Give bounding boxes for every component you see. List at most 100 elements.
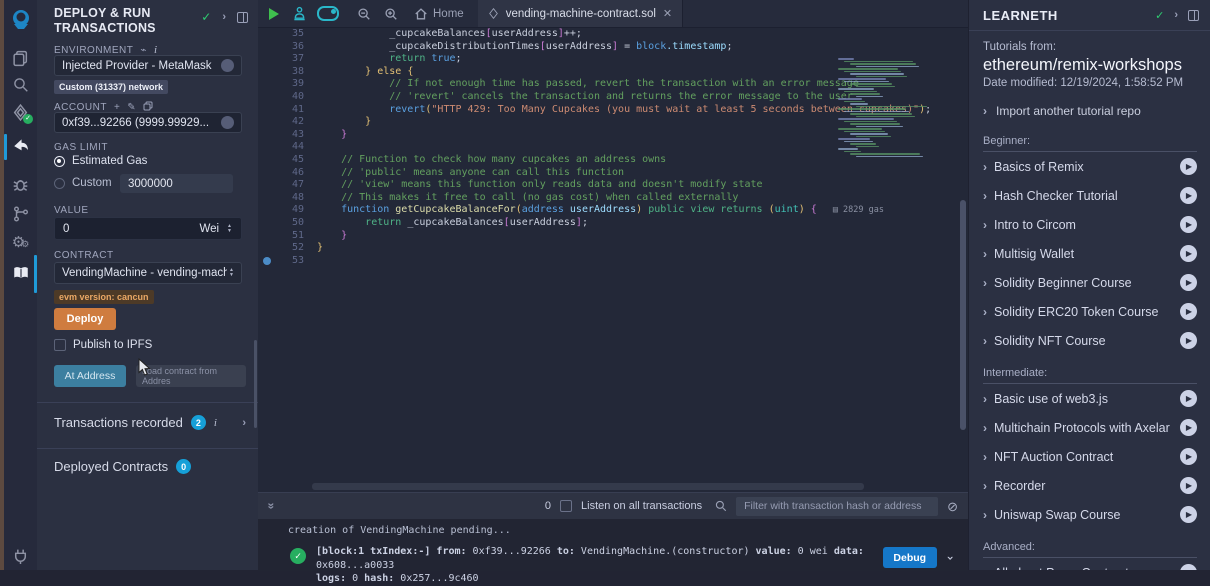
play-icon[interactable]: ▶ xyxy=(1180,303,1197,320)
line-number[interactable]: 39 xyxy=(258,78,304,91)
play-icon[interactable]: ▶ xyxy=(1180,448,1197,465)
listen-checkbox[interactable] xyxy=(560,500,572,512)
code-line[interactable]: 47 // 'view' means this function only re… xyxy=(258,179,968,192)
search-icon[interactable] xyxy=(715,500,727,512)
line-number[interactable]: 52 xyxy=(258,242,304,255)
code-line[interactable]: 36 _cupcakeDistributionTimes[userAddress… xyxy=(258,41,968,54)
expand-chevron-icon[interactable]: › xyxy=(242,417,246,429)
estimated-gas-radio[interactable] xyxy=(54,156,65,167)
solidity-compiler-icon[interactable]: ✓ xyxy=(4,104,37,121)
vertical-scrollbar[interactable] xyxy=(960,200,966,430)
panel-chevron-icon[interactable]: › xyxy=(1174,9,1178,21)
tutorial-item[interactable]: ›All about Proxy Contracts▶ xyxy=(969,558,1210,570)
line-number[interactable]: 45 xyxy=(258,154,304,167)
search-icon[interactable] xyxy=(4,77,37,93)
at-address-button[interactable]: At Address xyxy=(54,365,126,387)
line-number[interactable]: 36 xyxy=(258,41,304,54)
debug-button[interactable]: Debug xyxy=(883,547,937,568)
line-number[interactable]: 51 xyxy=(258,230,304,243)
tutorial-item[interactable]: ›Solidity ERC20 Token Course▶ xyxy=(969,297,1210,326)
deploy-button[interactable]: Deploy xyxy=(54,308,116,330)
value-unit-select[interactable]: Wei ▲▼ xyxy=(199,223,241,235)
play-icon[interactable]: ▶ xyxy=(1180,419,1197,436)
line-number[interactable]: 35 xyxy=(258,28,304,41)
line-number[interactable]: 48 xyxy=(258,192,304,205)
code-line[interactable]: 51 } xyxy=(258,230,968,243)
tutorial-item[interactable]: ›Basics of Remix▶ xyxy=(969,152,1210,181)
line-number[interactable]: 44 xyxy=(258,141,304,154)
custom-gas-option[interactable]: Custom xyxy=(54,177,112,189)
tutorial-item[interactable]: ›NFT Auction Contract▶ xyxy=(969,442,1210,471)
remix-logo-icon[interactable] xyxy=(4,8,37,32)
code-line[interactable]: 35 _cupcakeBalances[userAddress]++; xyxy=(258,28,968,41)
plugin-manager-icon[interactable] xyxy=(4,548,37,565)
run-script-icon[interactable] xyxy=(269,8,279,20)
estimated-gas-option[interactable]: Estimated Gas xyxy=(54,155,147,167)
line-number[interactable]: 43 xyxy=(258,129,304,142)
play-icon[interactable]: ▶ xyxy=(1180,390,1197,407)
tutorial-item[interactable]: ›Hash Checker Tutorial▶ xyxy=(969,181,1210,210)
debugger-icon[interactable] xyxy=(4,176,37,193)
contract-select[interactable]: VendingMachine - vending-machin ▲▼ xyxy=(54,262,242,284)
line-number[interactable]: 50 xyxy=(258,217,304,230)
tutorial-item[interactable]: ›Solidity Beginner Course▶ xyxy=(969,268,1210,297)
tutorial-item[interactable]: ›Uniswap Swap Course▶ xyxy=(969,500,1210,529)
play-icon[interactable]: ▶ xyxy=(1180,187,1197,204)
environment-delete-icon[interactable] xyxy=(221,59,234,72)
toggle-icon[interactable] xyxy=(317,6,339,21)
publish-ipfs-checkbox[interactable] xyxy=(54,339,66,351)
code-line[interactable]: 48 // This makes it free to call (no gas… xyxy=(258,192,968,205)
account-copy-icon[interactable] xyxy=(221,116,234,129)
at-address-input[interactable]: Load contract from Addres xyxy=(136,365,246,387)
import-repo-row[interactable]: › Import another tutorial repo xyxy=(969,104,1210,118)
code-line[interactable]: 50 return _cupcakeBalances[userAddress]; xyxy=(258,217,968,230)
line-number[interactable]: 38 xyxy=(258,66,304,79)
line-number[interactable]: 46 xyxy=(258,167,304,180)
info-icon[interactable]: i xyxy=(214,417,217,429)
zoom-out-icon[interactable] xyxy=(357,7,371,21)
tutorial-item[interactable]: ›Solidity NFT Course▶ xyxy=(969,326,1210,355)
line-number[interactable]: 41 xyxy=(258,104,304,117)
line-number[interactable]: 49 xyxy=(258,204,304,217)
environment-select[interactable]: Injected Provider - MetaMask xyxy=(54,55,242,76)
play-icon[interactable]: ▶ xyxy=(1180,158,1197,175)
tutorial-item[interactable]: ›Basic use of web3.js▶ xyxy=(969,384,1210,413)
line-number[interactable]: 37 xyxy=(258,53,304,66)
close-tab-icon[interactable]: ✕ xyxy=(663,7,672,20)
code-line[interactable]: 52} xyxy=(258,242,968,255)
tutorial-item[interactable]: ›Multichain Protocols with Axelar▶ xyxy=(969,413,1210,442)
play-icon[interactable]: ▶ xyxy=(1180,332,1197,349)
expand-tx-chevron-icon[interactable]: › xyxy=(943,554,957,561)
git-icon[interactable] xyxy=(4,206,37,222)
value-input[interactable] xyxy=(55,223,199,235)
line-number[interactable]: 42 xyxy=(258,116,304,129)
line-number[interactable]: 40 xyxy=(258,91,304,104)
code-line[interactable]: 46 // 'public' means anyone can call thi… xyxy=(258,167,968,180)
deployed-contracts-row[interactable]: Deployed Contracts 0 xyxy=(54,459,246,474)
code-line[interactable]: 49 function getCupcakeBalanceFor(address… xyxy=(258,204,968,217)
walkthrough-person-icon[interactable] xyxy=(292,6,307,21)
custom-gas-input[interactable] xyxy=(120,174,233,193)
play-icon[interactable]: ▶ xyxy=(1180,564,1197,570)
custom-gas-radio[interactable] xyxy=(54,178,65,189)
home-tab[interactable]: Home xyxy=(433,8,464,20)
play-icon[interactable]: ▶ xyxy=(1180,216,1197,233)
code-editor[interactable]: 35 _cupcakeBalances[userAddress]++;36 _c… xyxy=(258,28,968,482)
transactions-recorded-row[interactable]: Transactions recorded 2 i › xyxy=(54,415,246,430)
panel-scrollbar[interactable] xyxy=(254,340,257,428)
home-icon[interactable] xyxy=(414,7,428,21)
panel-layout-icon[interactable] xyxy=(237,12,248,23)
plug-icon[interactable]: ⌁ xyxy=(140,45,147,56)
breakpoint-dot[interactable] xyxy=(263,257,271,265)
clear-console-icon[interactable]: ⊘ xyxy=(947,500,958,513)
tutorial-item[interactable]: ›Multisig Wallet▶ xyxy=(969,239,1210,268)
file-explorer-icon[interactable] xyxy=(4,50,37,67)
horizontal-scrollbar[interactable] xyxy=(312,483,864,490)
settings-icon[interactable]: ⚙⚙ xyxy=(4,235,37,250)
expand-terminal-icon[interactable]: » xyxy=(264,503,278,510)
play-icon[interactable]: ▶ xyxy=(1180,477,1197,494)
panel-layout-icon[interactable] xyxy=(1188,10,1199,21)
account-select[interactable]: 0xf39...92266 (9999.99929... xyxy=(54,112,242,133)
code-line[interactable]: 53 xyxy=(258,255,968,268)
line-number[interactable]: 47 xyxy=(258,179,304,192)
